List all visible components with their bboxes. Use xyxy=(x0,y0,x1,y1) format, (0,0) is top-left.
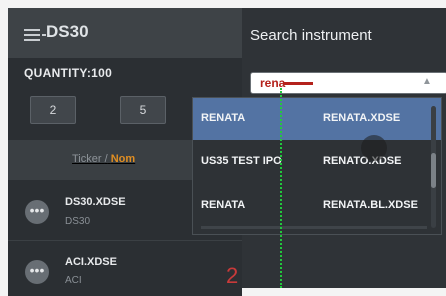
quantity-button-5[interactable]: 5 xyxy=(120,96,166,124)
result-row[interactable]: RENATA RENATA.XDSE xyxy=(193,98,441,140)
nom-sort-link[interactable]: Nom xyxy=(111,153,135,165)
search-text-underline xyxy=(283,82,313,85)
more-dots-icon[interactable]: ••• xyxy=(25,260,49,284)
ticker-name: DS30.XDSE xyxy=(65,196,126,208)
more-dots-icon[interactable]: ••• xyxy=(25,200,49,224)
dropdown-horizontal-scrollbar[interactable] xyxy=(201,226,427,229)
result-name: US35 TEST IPO xyxy=(201,155,282,167)
search-title: Search instrument xyxy=(250,27,372,44)
result-row[interactable]: RENATA RENATA.BL.XDSE xyxy=(193,185,441,227)
chevron-up-icon[interactable]: ▲ xyxy=(422,76,432,87)
quantity-label: QUANTITY:100 xyxy=(24,66,113,80)
result-code: RENATO.XDSE xyxy=(323,155,402,167)
ticker-subtitle: DS30 xyxy=(65,216,91,227)
column-separator: / xyxy=(104,153,108,165)
result-name: RENATA xyxy=(201,199,246,211)
result-row[interactable]: US35 TEST IPO RENATO.XDSE xyxy=(193,141,441,183)
result-code: RENATA.BL.XDSE xyxy=(323,199,418,211)
ticker-subtitle: ACI xyxy=(65,275,82,286)
panel-header: DS30 xyxy=(8,8,242,58)
panel-title: DS30 xyxy=(46,22,89,41)
result-code: RENATA.XDSE xyxy=(323,112,401,124)
quantity-button-2[interactable]: 2 xyxy=(30,96,76,124)
ticker-name: ACI.XDSE xyxy=(65,256,117,268)
ticker-value: 2 xyxy=(226,263,239,288)
ticker-sort-link[interactable]: Ticker xyxy=(72,153,102,165)
result-name: RENATA xyxy=(201,112,246,124)
search-results-dropdown[interactable]: RENATA RENATA.XDSE US35 TEST IPO RENATO.… xyxy=(192,97,442,235)
guide-line xyxy=(280,88,282,288)
mouse-cursor-indicator xyxy=(361,135,387,161)
hamburger-menu-icon[interactable] xyxy=(24,29,46,41)
dropdown-scrollbar-thumb[interactable] xyxy=(431,153,436,188)
